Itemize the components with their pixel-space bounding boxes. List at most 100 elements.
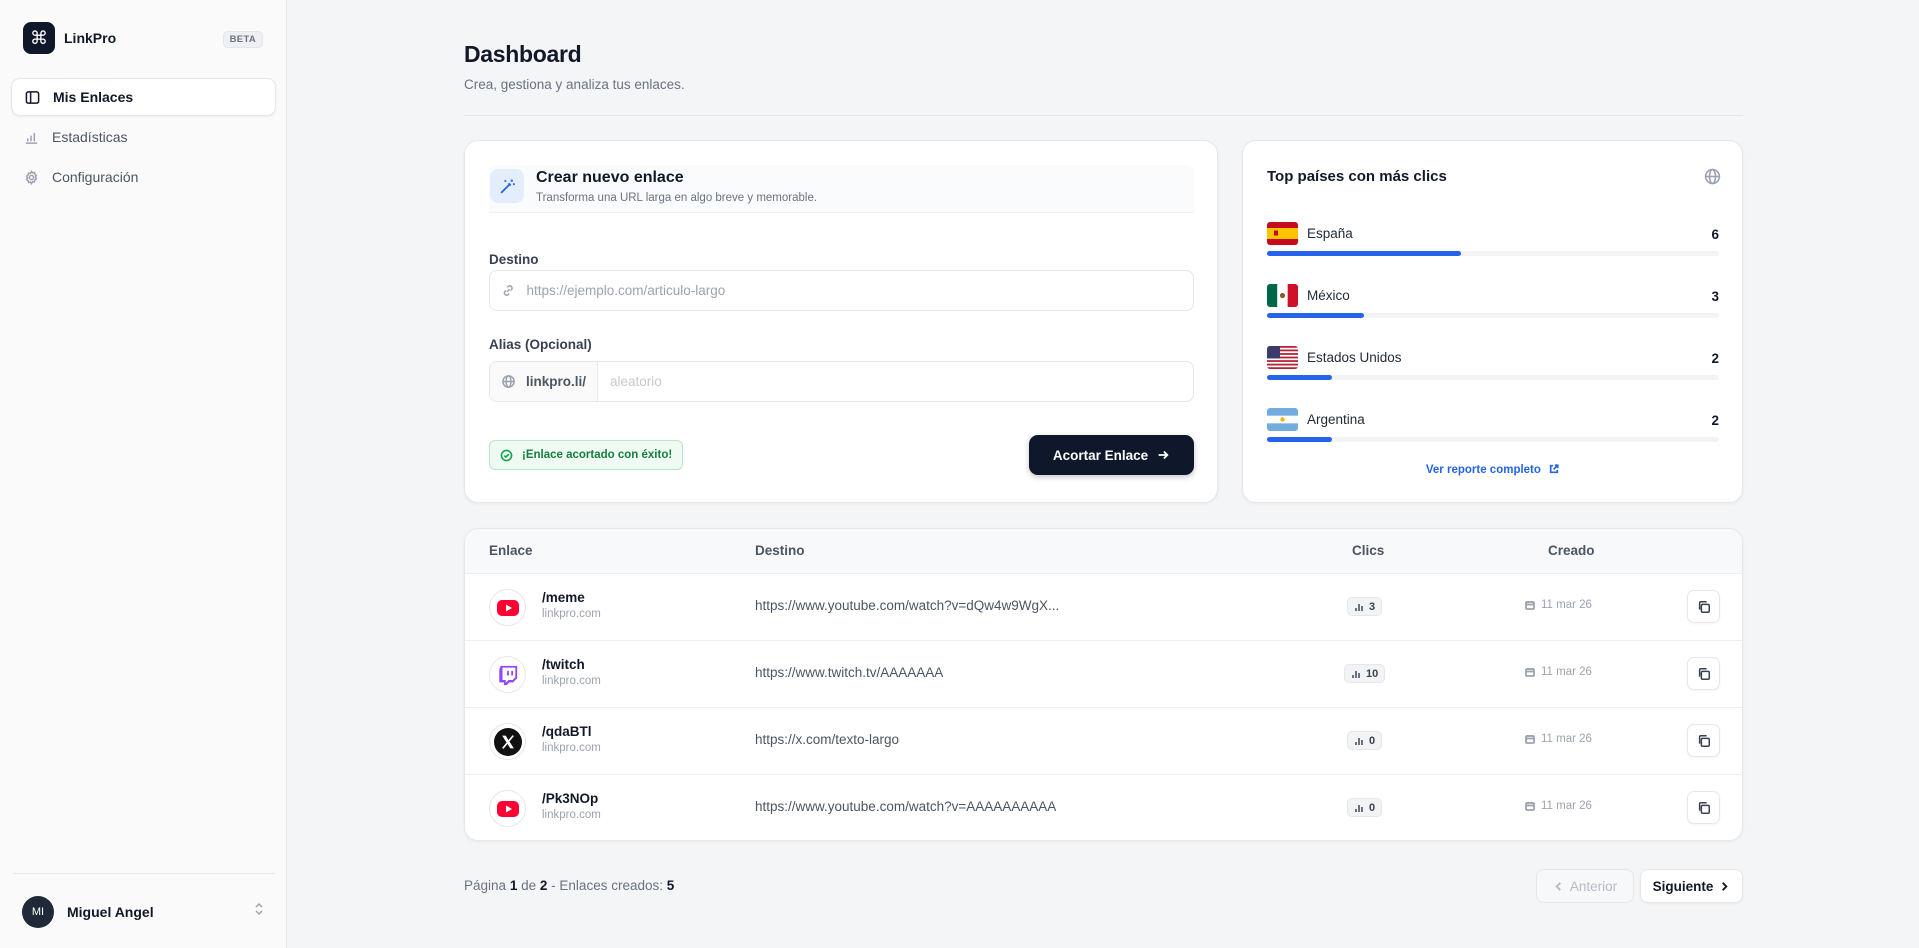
country-bar-fill [1267,437,1332,442]
links-created-label: - Enlaces creados: [551,878,663,893]
argentina-flag-icon [1267,408,1298,431]
page-word: Página [464,878,507,893]
clicks-badge: 0 [1347,798,1383,817]
create-link-card: Crear nuevo enlace Transforma una URL la… [464,140,1218,503]
chevron-right-icon [1722,881,1729,891]
sidebar-item-mis-enlaces[interactable]: Mis Enlaces [11,78,276,116]
command-icon: ⌘ [23,22,55,54]
globe-icon[interactable] [1704,168,1721,185]
copy-button[interactable] [1687,791,1720,824]
arrow-right-icon [1158,450,1169,460]
copy-button[interactable] [1687,657,1720,690]
created-date-text: 11 mar 26 [1541,666,1592,678]
copy-icon [1698,667,1710,680]
create-link-subtitle: Transforma una URL larga en algo breve y… [536,192,818,204]
next-page-button[interactable]: Siguiente [1640,869,1743,903]
next-page-label: Siguiente [1652,878,1714,894]
clicks-badge: 10 [1344,664,1386,683]
link-alias[interactable]: /qdaBTl [542,724,592,739]
link-destination[interactable]: https://www.youtube.com/watch?v=AAAAAAAA… [755,799,1056,814]
alias-label: Alias (Opcional) [489,337,592,352]
sidebar-item-configuracion[interactable]: Configuración [11,158,276,196]
destination-field[interactable] [489,270,1194,311]
link-destination[interactable]: https://www.twitch.tv/AAAAAAA [755,665,943,680]
link-alias[interactable]: /Pk3NOp [542,791,598,806]
bar-chart-icon [1352,670,1360,678]
brand-name: LinkPro [64,30,117,46]
link-destination[interactable]: https://x.com/texto-largo [755,732,899,747]
link-icon [503,285,513,296]
link-destination[interactable]: https://www.youtube.com/watch?v=dQw4w9Wg… [755,598,1059,613]
alias-prefix: linkpro.li/ [490,362,599,401]
link-domain: linkpro.com [542,809,601,821]
sidebar-item-label: Mis Enlaces [53,89,134,105]
country-bar-fill [1267,313,1365,318]
copy-button[interactable] [1687,724,1720,757]
alias-field[interactable]: linkpro.li/ [489,361,1194,402]
country-name: México [1307,288,1350,303]
calendar-icon [1525,601,1535,610]
create-link-header: Crear nuevo enlace Transforma una URL la… [489,165,1194,213]
user-name: Miguel Angel [67,904,154,920]
external-link-icon [1549,464,1559,474]
bar-chart-icon [1355,603,1363,611]
clicks-count: 0 [1369,801,1376,814]
full-report-label: Ver reporte completo [1425,464,1541,476]
destination-input[interactable] [526,283,1193,298]
of-word: de [521,878,537,893]
country-row-estados-unidos: Estados Unidos 2 [1267,346,1719,386]
country-row-argentina: Argentina 2 [1267,408,1719,448]
beta-badge: BETA [222,31,263,48]
previous-page-button[interactable]: Anterior [1536,869,1634,903]
link-alias[interactable]: /twitch [542,657,585,672]
shorten-link-button[interactable]: Acortar Enlace [1029,435,1194,475]
spain-flag-icon [1267,222,1298,245]
country-row-espana: España 6 [1267,222,1719,262]
full-report-link[interactable]: Ver reporte completo [1243,464,1742,476]
create-link-title: Crear nuevo enlace [536,169,684,186]
sidebar-item-estadisticas[interactable]: Estadísticas [11,118,276,156]
created-date-text: 11 mar 26 [1541,599,1592,611]
header-divider [464,115,1743,116]
brand[interactable]: ⌘ LinkPro BETA [23,22,263,54]
copy-button[interactable] [1687,590,1720,623]
links-created-count: 5 [666,878,675,893]
country-name: Argentina [1307,412,1365,427]
sidebar-nav: Mis Enlaces Estadísticas Configuración [11,78,276,198]
country-name: España [1307,226,1353,241]
success-message: ¡Enlace acortado con éxito! [489,440,684,470]
sidebar-item-label: Estadísticas [52,129,128,145]
calendar-icon [1525,735,1535,744]
table-row[interactable]: /twitch linkpro.com https://www.twitch.t… [465,641,1742,708]
user-menu[interactable]: MI Miguel Angel [13,873,275,928]
x-logo-icon [489,723,526,760]
page-subtitle: Crea, gestiona y analiza tus enlaces. [464,77,685,92]
link-alias[interactable]: /meme [542,590,585,605]
previous-page-label: Anterior [1569,878,1618,894]
country-bar-track [1267,251,1719,256]
country-count: 2 [1711,413,1719,428]
chevron-left-icon [1555,881,1561,891]
country-bar-track [1267,437,1719,442]
copy-icon [1698,734,1710,747]
created-date-text: 11 mar 26 [1541,733,1592,745]
table-row[interactable]: /meme linkpro.com https://www.youtube.co… [465,574,1742,641]
clicks-badge: 0 [1347,731,1383,750]
magic-wand-icon [490,169,524,203]
sidebar-item-label: Configuración [52,169,139,185]
chevrons-up-down-icon [255,902,263,916]
mexico-flag-icon [1267,284,1298,307]
alias-input[interactable] [610,374,1193,389]
top-countries-card: Top países con más clics España 6 México… [1242,140,1743,503]
bar-chart-icon [1355,804,1363,812]
country-row-mexico: México 3 [1267,284,1719,324]
column-header-link: Enlace [489,543,533,558]
table-row[interactable]: /Pk3NOp linkpro.com https://www.youtube.… [465,775,1742,840]
table-row[interactable]: /qdaBTl linkpro.com https://x.com/texto-… [465,708,1742,775]
bar-chart-icon [1355,737,1363,745]
country-name: Estados Unidos [1307,350,1402,365]
clicks-count: 0 [1369,734,1376,747]
destination-label: Destino [489,252,539,267]
sidebar-panel-icon [25,90,40,104]
link-domain: linkpro.com [542,675,601,687]
